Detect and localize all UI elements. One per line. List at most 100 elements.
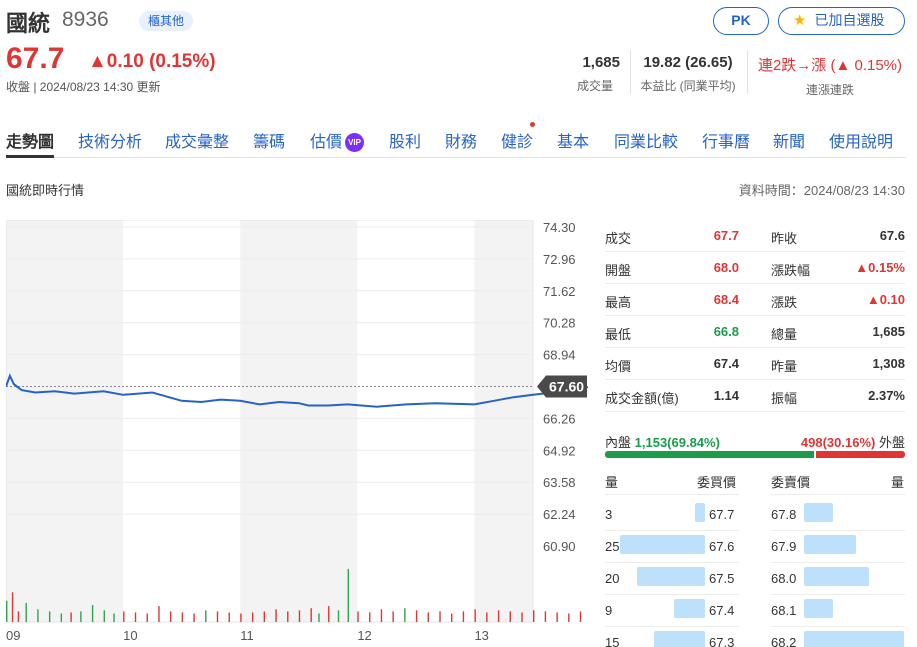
bid-volume-bar: [619, 535, 705, 554]
hour-band: [474, 220, 533, 622]
quote-row: 成交 67.7 昨收 67.6: [605, 220, 905, 252]
pk-button[interactable]: PK: [713, 7, 769, 35]
quote-label: 成交金額(億): [605, 391, 679, 406]
inner-volume: 內盤 1,153(69.84%): [605, 432, 720, 451]
ask-price[interactable]: 67.8: [771, 507, 796, 522]
divider: [771, 562, 905, 563]
tab-calendar[interactable]: 行事曆: [702, 128, 750, 152]
x-tick-label: 12: [357, 628, 371, 643]
ask-price[interactable]: 68.2: [771, 635, 796, 647]
volume-bar: [318, 613, 320, 622]
volume-bar: [347, 568, 349, 622]
quote-value: ▲0.15%: [855, 260, 905, 275]
tab-peer[interactable]: 同業比較: [614, 128, 678, 152]
ask-price[interactable]: 67.9: [771, 539, 796, 554]
ask-price[interactable]: 68.0: [771, 571, 796, 586]
volume-bar: [134, 612, 137, 622]
y-tick-label: 64.92: [543, 443, 576, 458]
ask-volume-bar: [804, 503, 834, 522]
volume-bar: [509, 611, 511, 622]
intraday-chart[interactable]: 74.30 72.96 71.62 70.28 68.94 66.26 64.92 63.58…: [6, 220, 588, 645]
tab-financial[interactable]: 財務: [445, 128, 477, 152]
tab-trade-summary[interactable]: 成交彙整: [165, 128, 229, 152]
tab-valuation-label: 估價: [310, 134, 343, 151]
tab-dividend[interactable]: 股利: [389, 128, 421, 152]
tab-valuation[interactable]: 估價 VIP: [310, 128, 365, 152]
tab-health[interactable]: 健診: [501, 128, 533, 152]
tab-chips[interactable]: 籌碼: [253, 128, 285, 152]
divider: [605, 494, 739, 495]
quote-value: ▲0.10: [866, 292, 905, 307]
volume-bar: [228, 612, 230, 622]
stock-name: 國統: [6, 11, 51, 36]
y-tick-label: 72.96: [543, 252, 576, 267]
quote-label: 漲跌幅: [771, 263, 811, 278]
hour-band: [6, 220, 124, 622]
volume-bar: [37, 609, 39, 622]
x-tick-label: 13: [474, 628, 488, 643]
market-tag[interactable]: 櫃其他: [139, 11, 194, 31]
notification-dot: [530, 122, 535, 127]
stat-streak-value: 連2跌→漲 (▲ 0.15%): [757, 57, 903, 74]
volume-bar: [369, 612, 371, 622]
bid-qty: 3: [605, 507, 613, 522]
volume-bar: [181, 612, 184, 622]
volume-bar: [462, 611, 465, 622]
tab-bar: 走勢圖 技術分析 成交彙整 籌碼 估價 VIP 股利 財務 健診 基本 同業比較 …: [6, 122, 906, 158]
tab-technical[interactable]: 技術分析: [78, 128, 142, 152]
star-icon: ★: [793, 12, 807, 29]
stat-streak-label: 連漲連跌: [805, 83, 854, 97]
bid-volume-bar: [694, 503, 705, 522]
volume-bar: [568, 613, 570, 622]
tab-basic[interactable]: 基本: [557, 128, 589, 152]
quote-row: 均價 67.4 昨量 1,308: [605, 348, 905, 380]
tab-chart[interactable]: 走勢圖: [6, 128, 54, 152]
quote-label: 最高: [605, 295, 632, 310]
quote-row: 開盤 68.0 漲跌幅 ▲0.15%: [605, 252, 905, 284]
divider: [630, 50, 631, 94]
tab-news[interactable]: 新聞: [773, 128, 805, 152]
bid-price[interactable]: 67.6: [709, 539, 734, 554]
ask-price-header: 委賣價: [771, 475, 811, 490]
update-status: 收盤 | 2024/08/23 14:30 更新: [6, 80, 161, 94]
bid-qty-header: 量: [605, 475, 619, 490]
bid-price[interactable]: 67.4: [709, 603, 734, 618]
x-tick-label: 09: [6, 628, 20, 643]
bid-price[interactable]: 67.3: [709, 635, 734, 647]
y-tick-label: 71.62: [543, 284, 576, 299]
volume-bar: [579, 611, 582, 622]
quote-value: 1,685: [872, 324, 905, 339]
volume-bar: [216, 611, 219, 622]
quote-label: 昨量: [771, 359, 798, 374]
bid-price[interactable]: 67.7: [709, 507, 734, 522]
data-time: 資料時間：2024/08/23 14:30: [738, 183, 905, 198]
stat-volume-value: 1,685: [582, 54, 620, 71]
volume-bar: [158, 606, 160, 622]
stat-pe-label: 本益比 (同業平均): [640, 79, 736, 93]
divider: [605, 626, 739, 627]
volume-bar: [240, 613, 242, 622]
volume-bar: [80, 611, 82, 622]
bid-qty: 15: [605, 635, 620, 647]
volume-bar: [380, 609, 383, 622]
y-tick-label: 66.26: [543, 411, 576, 426]
vip-badge: VIP: [345, 133, 365, 152]
quote-value: 68.0: [713, 260, 739, 275]
volume-bar: [287, 611, 289, 622]
volume-bar: [298, 610, 301, 622]
price-change: ▲0.10 (0.15%): [88, 51, 216, 72]
y-tick-label: 70.28: [543, 316, 576, 331]
volume-bar: [474, 609, 476, 622]
add-watchlist-button[interactable]: ★ 已加自選股: [778, 7, 905, 35]
ask-price[interactable]: 68.1: [771, 603, 796, 618]
stat-volume: 1,685 成交量: [570, 54, 620, 94]
section-title: 國統即時行情: [6, 183, 85, 198]
volume-bar: [556, 612, 558, 622]
volume-bar: [113, 613, 115, 622]
tab-help[interactable]: 使用說明: [829, 128, 893, 152]
divider: [747, 50, 748, 94]
volume-bar: [263, 611, 266, 622]
bid-price[interactable]: 67.5: [709, 571, 734, 586]
volume-bar: [6, 600, 8, 622]
volume-bar: [48, 611, 51, 622]
